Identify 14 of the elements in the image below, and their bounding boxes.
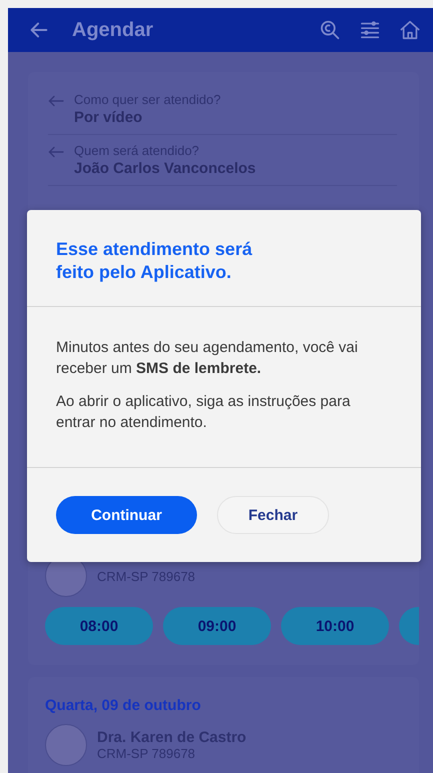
avatar-placeholder (45, 724, 87, 766)
screen-title: Agendar (72, 18, 154, 42)
home-icon[interactable] (399, 19, 421, 41)
date-heading: Quarta, 09 de outubro (45, 696, 202, 714)
dialog-message: Ao abrir o aplicativo, siga as instruções para entrar no atendimento. (56, 392, 352, 433)
search-icon[interactable] (319, 19, 341, 41)
close-button[interactable]: Fechar (217, 496, 329, 534)
continue-button[interactable]: Continuar (56, 496, 197, 534)
time-slot-button[interactable]: 08:00 (45, 607, 153, 645)
dialog-title: Esse atendimento será feito pelo Aplicativo. (56, 238, 254, 284)
time-slot-button[interactable]: 10:00 (281, 607, 389, 645)
filter-icon[interactable] (359, 19, 381, 41)
dialog-message: Minutos antes do seu agendamento, você vai receber um SMS de lembrete. (56, 338, 359, 379)
time-slot-button[interactable]: 09:00 (163, 607, 271, 645)
